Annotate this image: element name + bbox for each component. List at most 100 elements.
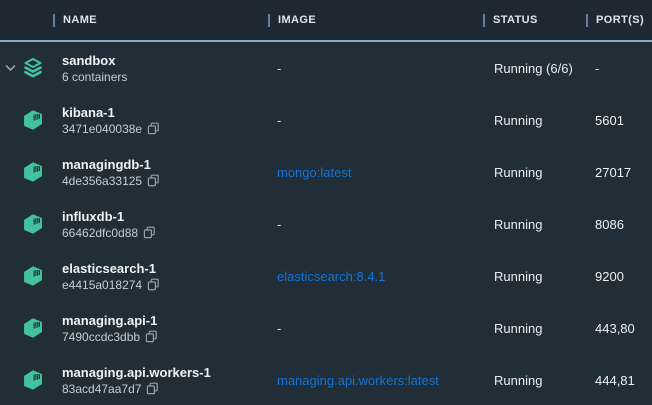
ports-cell: 9200 (586, 250, 652, 302)
container-id: 4de356a33125 (62, 173, 142, 189)
container-name: influxdb-1 (62, 208, 124, 225)
image-cell: - (268, 94, 483, 146)
table-row[interactable]: managing.api.workers-1 83acd47aa7d7 mana… (0, 354, 652, 405)
name-cell: sandbox 6 containers (53, 42, 268, 94)
column-separator (268, 14, 270, 27)
column-header-name: NAME (63, 14, 97, 26)
copy-icon[interactable] (147, 122, 160, 135)
ports-text: 5601 (595, 113, 624, 128)
name-cell: kibana-1 3471e040038e (53, 94, 268, 146)
status-cell: Running (483, 146, 586, 198)
header-cell-status: STATUS (483, 0, 586, 40)
image-link: - (277, 61, 281, 76)
column-separator (586, 14, 588, 27)
status-text: Running (494, 113, 542, 128)
container-subtitle: 6 containers (62, 69, 127, 85)
stack-icon (22, 57, 44, 79)
container-subtitle: 66462dfc0d88 (62, 225, 156, 241)
column-header-ports: PORT(S) (596, 14, 644, 26)
column-header-status: STATUS (493, 14, 538, 26)
container-name: sandbox (62, 52, 115, 69)
copy-icon[interactable] (146, 382, 159, 395)
container-name: elasticsearch-1 (62, 260, 156, 277)
ports-text: 8086 (595, 217, 624, 232)
ports-cell: 5601 (586, 94, 652, 146)
table-header: NAME IMAGE STATUS PORT(S) (0, 0, 652, 42)
ports-text: 443,80 (595, 321, 635, 336)
image-link: - (277, 217, 281, 232)
copy-icon[interactable] (145, 330, 158, 343)
container-id: 66462dfc0d88 (62, 225, 138, 241)
status-cell: Running (6/6) (483, 42, 586, 94)
table-row[interactable]: influxdb-1 66462dfc0d88 - Running 8086 (0, 198, 652, 250)
container-subtitle: 3471e040038e (62, 121, 160, 137)
container-id: 83acd47aa7d7 (62, 381, 141, 397)
status-text: Running (6/6) (494, 61, 573, 76)
container-id: 7490ccdc3dbb (62, 329, 140, 345)
container-name: managing.api.workers-1 (62, 364, 211, 381)
container-name: kibana-1 (62, 104, 115, 121)
header-cell-name: NAME (53, 0, 268, 40)
ports-cell: - (586, 42, 652, 94)
table-body: sandbox 6 containers - Running (6/6) - (0, 42, 652, 405)
image-link[interactable]: mongo:latest (277, 165, 351, 180)
status-text: Running (494, 269, 542, 284)
column-separator (483, 14, 485, 27)
image-cell: mongo:latest (268, 146, 483, 198)
row-leading-cell (0, 42, 53, 94)
image-link: - (277, 321, 281, 336)
image-cell: - (268, 42, 483, 94)
image-link[interactable]: elasticsearch:8.4.1 (277, 269, 385, 284)
container-icon (22, 109, 44, 131)
ports-text: 9200 (595, 269, 624, 284)
name-cell: managing.api.workers-1 83acd47aa7d7 (53, 354, 268, 405)
image-link: - (277, 113, 281, 128)
container-id: e4415a018274 (62, 277, 142, 293)
copy-icon[interactable] (147, 278, 160, 291)
row-leading-cell (0, 302, 53, 354)
container-icon (22, 161, 44, 183)
table-row[interactable]: managing.api-1 7490ccdc3dbb - Running 44… (0, 302, 652, 354)
status-cell: Running (483, 302, 586, 354)
header-cell-image: IMAGE (268, 0, 483, 40)
image-link[interactable]: managing.api.workers:latest (277, 373, 439, 388)
ports-text: - (595, 61, 599, 76)
status-text: Running (494, 373, 542, 388)
container-icon (22, 213, 44, 235)
container-name: managingdb-1 (62, 156, 151, 173)
chevron-down-icon[interactable] (5, 63, 16, 73)
column-header-image: IMAGE (278, 14, 316, 26)
status-cell: Running (483, 198, 586, 250)
ports-text: 444,81 (595, 373, 635, 388)
container-id: 6 containers (62, 69, 127, 85)
row-leading-cell (0, 354, 53, 405)
ports-text: 27017 (595, 165, 631, 180)
copy-icon[interactable] (143, 226, 156, 239)
container-subtitle: 83acd47aa7d7 (62, 381, 159, 397)
ports-cell: 443,80 (586, 302, 652, 354)
status-cell: Running (483, 250, 586, 302)
container-subtitle: 7490ccdc3dbb (62, 329, 158, 345)
header-cell-expander (0, 0, 53, 40)
container-id: 3471e040038e (62, 121, 142, 137)
table-row[interactable]: sandbox 6 containers - Running (6/6) - (0, 42, 652, 94)
ports-cell: 27017 (586, 146, 652, 198)
row-leading-cell (0, 146, 53, 198)
row-leading-cell (0, 94, 53, 146)
container-icon (22, 317, 44, 339)
image-cell: managing.api.workers:latest (268, 354, 483, 405)
status-cell: Running (483, 94, 586, 146)
copy-icon[interactable] (147, 174, 160, 187)
table-row[interactable]: elasticsearch-1 e4415a018274 elasticsear… (0, 250, 652, 302)
table-row[interactable]: managingdb-1 4de356a33125 mongo:latest R… (0, 146, 652, 198)
status-cell: Running (483, 354, 586, 405)
table-row[interactable]: kibana-1 3471e040038e - Running 5601 (0, 94, 652, 146)
container-subtitle: e4415a018274 (62, 277, 160, 293)
ports-cell: 444,81 (586, 354, 652, 405)
image-cell: - (268, 302, 483, 354)
name-cell: influxdb-1 66462dfc0d88 (53, 198, 268, 250)
image-cell: elasticsearch:8.4.1 (268, 250, 483, 302)
row-leading-cell (0, 198, 53, 250)
row-leading-cell (0, 250, 53, 302)
image-cell: - (268, 198, 483, 250)
